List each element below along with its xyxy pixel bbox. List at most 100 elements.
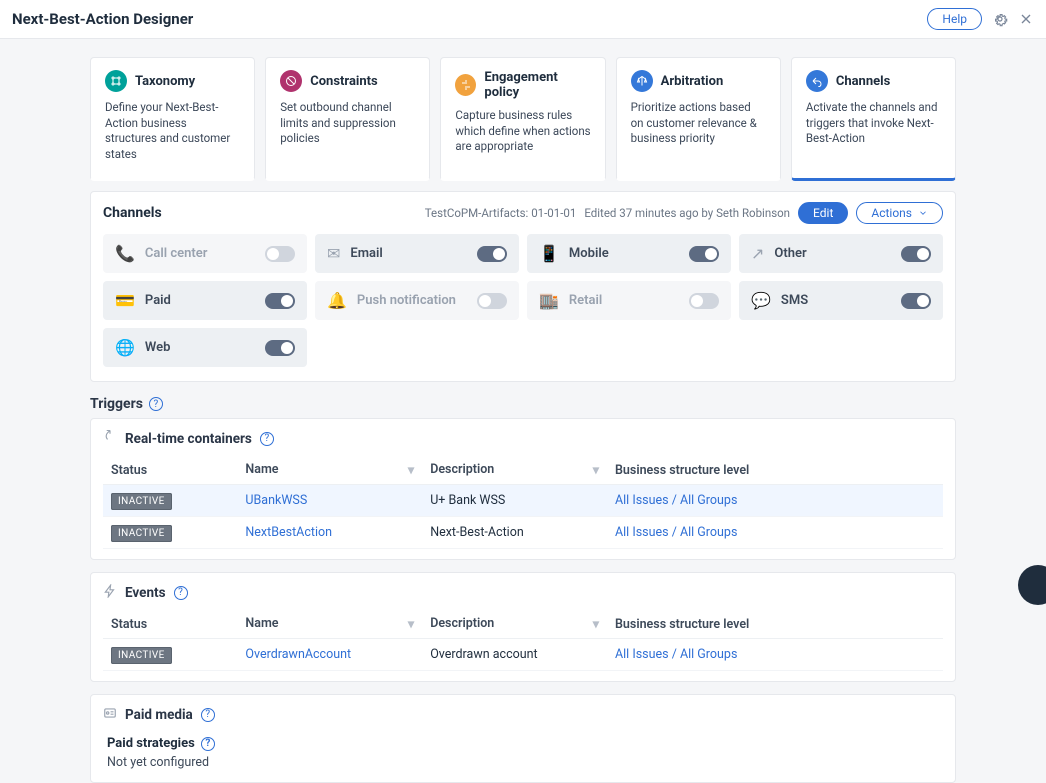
help-icon[interactable]: ? [201,737,215,751]
col-name[interactable]: Name▾ [237,456,422,485]
edit-button[interactable]: Edit [798,202,848,224]
status-badge: INACTIVE [111,647,172,664]
row-desc: Next-Best-Action [422,517,607,549]
channel-icon: 💳 [115,291,135,310]
channel-icon: 💬 [751,291,771,310]
channel-toggle[interactable] [265,340,295,356]
channel-label: SMS [781,293,808,308]
channel-icon: 🏬 [539,291,559,310]
channel-label: Paid [145,293,171,308]
channel-grid: 📞Call center ✉ Email 📱Mobile ↗ Other 💳 Paid 🔔 Pus… [103,234,943,367]
channel-cell: 🔔 Push notification [315,281,519,320]
row-desc: U+ Bank WSS [422,485,607,517]
artifact-meta: TestCoPM-Artifacts: 01-01-01 [425,206,577,220]
row-name-link[interactable]: NextBestAction [245,525,332,540]
channel-toggle[interactable] [689,293,719,309]
channel-icon: 🌐 [115,338,135,357]
help-icon[interactable]: ? [201,708,215,722]
channel-toggle[interactable] [901,293,931,309]
card-title: Channels [836,74,890,89]
channel-label: Other [774,246,806,261]
paid-strategies-heading: Paid strategies ? [107,736,939,751]
channel-toggle[interactable] [477,246,507,262]
channel-cell: 📞Call center [103,234,307,273]
col-business[interactable]: Business structure level [607,456,943,485]
filter-icon[interactable]: ▾ [593,462,599,478]
card-desc: Prioritize actions based on customer rel… [631,100,766,147]
triggers-heading: Triggers ? [90,396,956,412]
card-taxonomy[interactable]: Taxonomy Define your Next-Best-Action bu… [90,57,255,181]
channel-label: Mobile [569,246,609,261]
channel-label: Email [350,246,382,261]
card-desc: Activate the channels and triggers that … [806,100,941,147]
card-desc: Set outbound channel limits and suppress… [280,100,415,147]
header-actions: Help [927,8,1034,30]
filter-icon[interactable]: ▾ [408,462,414,478]
chevron-down-icon [918,208,928,218]
table-row[interactable]: INACTIVENextBestActionNext-Best-ActionAl… [103,517,943,549]
channel-icon: ↗ [751,244,764,263]
events-table: Status Name▾ Description▾ Business struc… [103,610,943,671]
channel-label: Push notification [357,293,456,308]
paid-media-title: Paid media [125,707,193,723]
col-status[interactable]: Status [103,456,237,485]
card-title: Arbitration [661,74,724,89]
channel-toggle[interactable] [265,246,295,262]
close-icon[interactable] [1018,11,1034,27]
help-button[interactable]: Help [927,8,982,30]
channel-toggle[interactable] [477,293,507,309]
card-engagement[interactable]: Engagement policy Capture business rules… [440,57,605,181]
card-arbitration[interactable]: Arbitration Prioritize actions based on … [616,57,781,181]
row-desc: Overdrawn account [422,639,607,671]
col-status[interactable]: Status [103,610,237,639]
col-name[interactable]: Name▾ [237,610,422,639]
actions-dropdown[interactable]: Actions [856,202,943,224]
col-desc[interactable]: Description▾ [422,610,607,639]
filter-icon[interactable]: ▾ [593,616,599,632]
channel-cell: 🌐Web [103,328,307,367]
row-business-link[interactable]: All Issues / All Groups [615,525,737,540]
card-title: Taxonomy [135,74,195,89]
card-constraints[interactable]: Constraints Set outbound channel limits … [265,57,430,181]
realtime-table: Status Name▾ Description▾ Business struc… [103,456,943,549]
realtime-containers-panel: Real-time containers ? Status Name▾ Desc… [90,418,956,560]
app-title: Next-Best-Action Designer [12,10,193,28]
table-row[interactable]: INACTIVE UBankWSS U+ Bank WSS All Issues / … [103,485,943,517]
channel-cell: 💬 SMS [739,281,943,320]
card-desc: Define your Next-Best-Action business st… [105,100,240,162]
channel-toggle[interactable] [265,293,295,309]
filter-icon[interactable]: ▾ [408,616,414,632]
channel-cell: 💳 Paid [103,281,307,320]
realtime-icon [103,429,117,448]
help-icon[interactable]: ? [260,432,274,446]
status-badge: INACTIVE [111,493,172,510]
row-business-link[interactable]: All Issues / All Groups [615,493,737,508]
channels-panel-title: Channels [103,205,162,221]
card-title: Engagement policy [484,70,590,100]
row-name-link[interactable]: OverdrawnAccount [245,647,351,662]
realtime-title: Real-time containers [125,431,252,447]
channels-icon [806,70,828,92]
channel-cell: 📱Mobile [527,234,731,273]
step-cards: Taxonomy Define your Next-Best-Action bu… [0,39,1046,191]
gear-icon[interactable] [992,11,1008,27]
content: Taxonomy Define your Next-Best-Action bu… [0,39,1046,783]
channel-cell: ↗ Other [739,234,943,273]
channel-icon: ✉ [327,244,340,263]
card-channels[interactable]: Channels Activate the channels and trigg… [791,57,956,181]
edited-meta: Edited 37 minutes ago by Seth Robinson [584,206,790,220]
table-row[interactable]: INACTIVE OverdrawnAccount Overdrawn accoun… [103,639,943,671]
help-icon[interactable]: ? [149,397,163,411]
channel-icon: 🔔 [327,291,347,310]
row-business-link[interactable]: All Issues / All Groups [615,647,737,662]
col-business[interactable]: Business structure level [607,610,943,639]
card-desc: Capture business rules which define when… [455,108,590,155]
channel-cell: 🏬Retail [527,281,731,320]
taxonomy-icon [105,70,127,92]
channel-toggle[interactable] [689,246,719,262]
channel-toggle[interactable] [901,246,931,262]
col-desc[interactable]: Description▾ [422,456,607,485]
triggers-title: Triggers [90,396,143,412]
row-name-link[interactable]: UBankWSS [245,493,307,508]
actions-label: Actions [871,206,912,220]
